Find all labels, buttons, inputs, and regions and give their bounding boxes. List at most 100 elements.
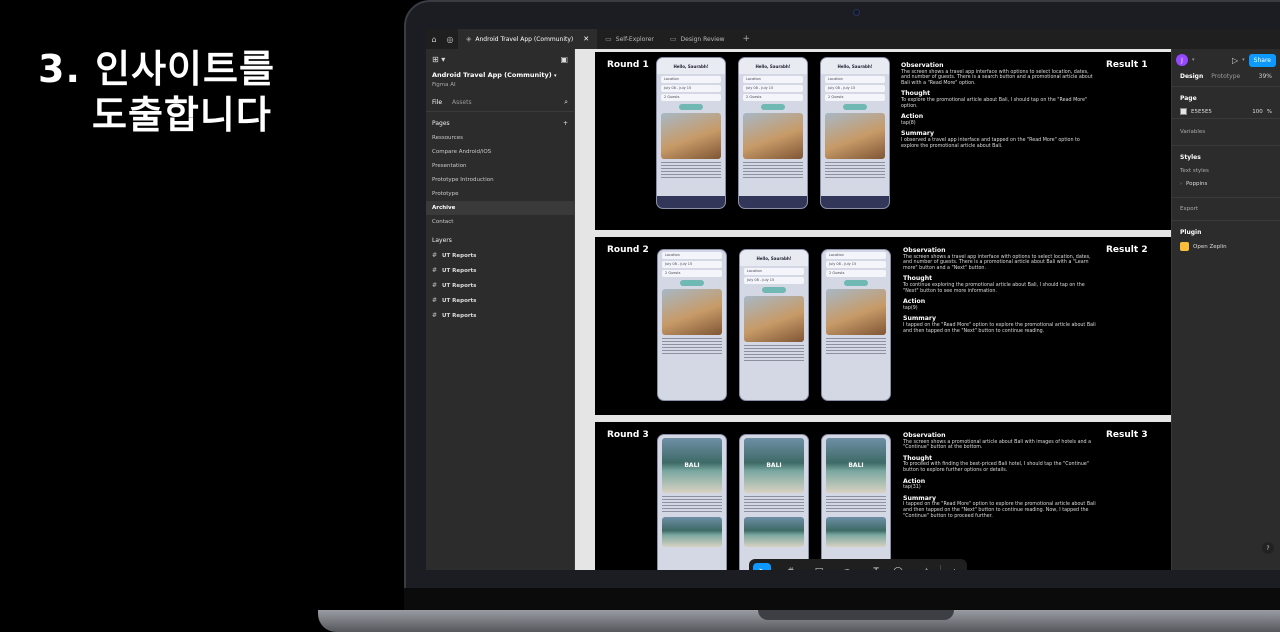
layer-label: UT Reports — [442, 312, 477, 319]
toolbar-divider — [939, 565, 941, 570]
page-item[interactable]: Ressources — [426, 131, 574, 145]
chevron-down-icon[interactable]: ▾ — [832, 569, 835, 570]
plugin-name: Open Zeplin — [1193, 243, 1227, 250]
page-color-row[interactable]: E5E5E5 100 % — [1172, 105, 1280, 119]
round-frame-1[interactable]: Round 1 Result 1 Hello, Saurabh! Locatio… — [595, 52, 1171, 230]
page-item[interactable]: Presentation — [426, 159, 574, 173]
page-item-selected[interactable]: Archive — [426, 201, 574, 215]
tab-label: Design Review — [680, 35, 725, 43]
page-color-value[interactable]: E5E5E5 — [1191, 109, 1212, 115]
color-swatch[interactable] — [1180, 108, 1187, 115]
phone-location: Location — [743, 76, 803, 83]
share-button[interactable]: Share — [1248, 53, 1276, 67]
camera-icon — [853, 9, 860, 16]
phone-dates: July 08 - July 15 — [744, 277, 804, 284]
chevron-down-icon[interactable]: ▾ — [1192, 57, 1195, 63]
figma-menu-icon[interactable]: ⊞ ▾ — [432, 55, 445, 64]
chevron-down-icon: ▾ — [554, 73, 557, 79]
page-item[interactable]: Contact — [426, 215, 574, 229]
chevron-down-icon[interactable]: ▾ — [775, 569, 778, 570]
page-item[interactable]: Compare Android/iOS — [426, 145, 574, 159]
tab-android-travel-app[interactable]: ◈ Android Travel App (Community) ✕ — [458, 29, 598, 49]
move-tool-icon[interactable]: ➤ — [753, 563, 771, 570]
zoom-level[interactable]: 39% — [1259, 73, 1272, 80]
layers-header: Layers — [426, 229, 574, 248]
avatar[interactable]: J — [1176, 54, 1188, 66]
variables-section[interactable]: Variables — [1172, 119, 1280, 146]
summary-label: Summary — [903, 315, 937, 323]
action-text: tap(8) — [901, 120, 916, 126]
phone-guests: 2 Guests — [661, 94, 721, 101]
bali-label: BALI — [684, 462, 700, 469]
dev-mode-icon[interactable]: </> — [945, 563, 963, 570]
tab-prototype[interactable]: Prototype — [1211, 73, 1240, 80]
zeplin-icon — [1180, 242, 1189, 251]
project-name[interactable]: Android Travel App (Community) ▾ — [426, 69, 574, 81]
actions-tool-icon[interactable]: ✧ — [918, 563, 936, 570]
layer-item[interactable]: # UT Reports — [426, 278, 574, 293]
play-icon[interactable]: ▷ — [1232, 56, 1238, 65]
frame-icon: # — [432, 297, 438, 304]
phone-promo-image — [662, 289, 722, 335]
bali-label: BALI — [766, 462, 782, 469]
pages-list: Ressources Compare Android/iOS Presentat… — [426, 131, 574, 229]
file-icon: ▭ — [605, 35, 612, 43]
tab-bar: ⌂ ◎ ◈ Android Travel App (Community) ✕ ▭… — [426, 29, 1280, 49]
thought-text: To continue exploring the promotional ar… — [903, 282, 1085, 294]
text-style-item[interactable]: › Poppins — [1172, 178, 1280, 198]
tab-design[interactable]: Design — [1180, 73, 1203, 80]
phone-screen: Hello, Saurabh! Location July 08 - July … — [738, 57, 808, 209]
right-panel: J ▾ ▷ ▾ Share Design Prototype 39% Page … — [1171, 49, 1280, 570]
layer-item[interactable]: # UT Reports — [426, 263, 574, 278]
tab-self-explorer[interactable]: ▭ Self-Explorer — [597, 29, 662, 49]
observation-label: Observation — [901, 62, 944, 69]
pen-tool-icon[interactable]: ✒ — [839, 563, 857, 570]
round-frame-3[interactable]: Round 3 Result 3 BALI BALI BALI Observat… — [595, 422, 1171, 570]
phone-location: Location — [825, 76, 885, 83]
chevron-down-icon[interactable]: ▾ — [804, 569, 807, 570]
help-button[interactable]: ? — [1262, 542, 1274, 554]
phone-search-button — [843, 104, 867, 110]
close-icon[interactable]: ✕ — [583, 35, 589, 43]
phone-promo-image — [661, 113, 721, 159]
search-icon[interactable]: ⌕ — [564, 98, 568, 107]
agent-log: Observation The screen shows a travel ap… — [903, 243, 1099, 334]
phone-bali-image: BALI — [744, 438, 804, 493]
phone-search-button — [762, 287, 786, 293]
page-item[interactable]: Prototype Introduction — [426, 173, 574, 187]
chevron-right-icon[interactable]: › — [1180, 181, 1182, 187]
phone-location: Location — [662, 252, 722, 259]
chevron-down-icon[interactable]: ▾ — [861, 569, 864, 570]
comment-tool-icon[interactable]: ◯ — [889, 563, 907, 570]
round-frame-2[interactable]: Round 2 Result 2 Location July 08 - July… — [595, 237, 1171, 415]
tab-design-review[interactable]: ▭ Design Review — [662, 29, 733, 49]
phone-location: Location — [661, 76, 721, 83]
layer-item[interactable]: # UT Reports — [426, 248, 574, 263]
chevron-down-icon[interactable]: ▾ — [1242, 57, 1245, 63]
hotel-image — [662, 517, 722, 547]
action-label: Action — [903, 477, 926, 485]
page-opacity-value[interactable]: 100 — [1252, 109, 1263, 115]
home-icon[interactable]: ⌂ — [426, 29, 442, 49]
rectangle-tool-icon[interactable]: □ — [810, 563, 828, 570]
phone-article-text — [744, 345, 804, 363]
export-section[interactable]: Export — [1172, 198, 1280, 221]
globe-icon[interactable]: ◎ — [442, 29, 458, 49]
new-tab-icon[interactable]: + — [733, 34, 761, 44]
text-tool-icon[interactable]: T — [867, 563, 885, 570]
tab-file[interactable]: File — [432, 99, 442, 106]
phone-promo-image — [744, 296, 804, 342]
page-item[interactable]: Prototype — [426, 187, 574, 201]
layer-item[interactable]: # UT Reports — [426, 293, 574, 308]
plugin-item[interactable]: Open Zeplin — [1172, 239, 1280, 254]
phone-screen: Hello, Saurabh! Location July 08 - July … — [656, 57, 726, 209]
tab-assets[interactable]: Assets — [452, 99, 472, 106]
canvas[interactable]: Round 1 Result 1 Hello, Saurabh! Locatio… — [575, 49, 1171, 570]
bali-label: BALI — [848, 462, 864, 469]
sidebar-toggle-icon[interactable]: ▣ — [560, 55, 568, 64]
layer-item[interactable]: # UT Reports — [426, 308, 574, 323]
frame-tool-icon[interactable]: # — [782, 563, 800, 570]
add-page-icon[interactable]: + — [563, 120, 568, 127]
chevron-down-icon[interactable]: ▾ — [911, 569, 914, 570]
round-title: Round 3 — [607, 430, 649, 440]
